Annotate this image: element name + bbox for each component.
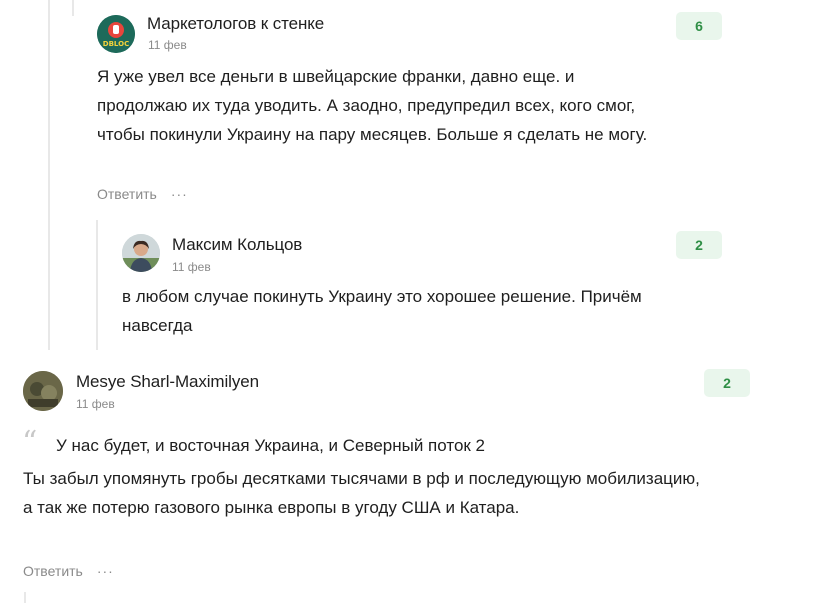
comment: Mesye Sharl-Maximilyen 11 фев 2 “ У нас … <box>0 350 830 603</box>
comment-reply: Максим Кольцов 11 фев 2 в любом случае п… <box>0 220 830 350</box>
reply-button[interactable]: Ответить <box>23 563 83 579</box>
comment-text: в любом случае покинуть Украину это хоро… <box>122 287 642 335</box>
dbloc-logo-icon: DBLOC <box>97 15 135 53</box>
reply-button[interactable]: Ответить <box>97 186 157 202</box>
comment-author[interactable]: Маркетологов к стенке <box>147 14 324 34</box>
likes-badge[interactable]: 2 <box>704 369 750 397</box>
comment-date: 11 фев <box>172 260 211 274</box>
comment-text: Ты забыл упомянуть гробы десятками тысяч… <box>23 469 700 517</box>
comment-author[interactable]: Максим Кольцов <box>172 235 302 255</box>
comment-author[interactable]: Mesye Sharl-Maximilyen <box>76 372 259 392</box>
comment: DBLOC Маркетологов к стенке 11 фев 6 Я у… <box>0 0 830 220</box>
more-options-button[interactable]: ··· <box>97 564 114 578</box>
user-photo-icon <box>122 234 160 272</box>
svg-text:DBLOC: DBLOC <box>103 40 129 48</box>
likes-badge[interactable]: 2 <box>676 231 722 259</box>
avatar[interactable] <box>23 371 63 411</box>
comment-date: 11 фев <box>76 397 115 411</box>
quote-icon: “ <box>22 425 38 460</box>
comment-date: 11 фев <box>148 38 187 52</box>
likes-badge[interactable]: 6 <box>676 12 722 40</box>
avatar[interactable] <box>122 234 160 272</box>
avatar[interactable]: DBLOC <box>97 15 135 53</box>
comment-text: Я уже увел все деньги в швейцарские фран… <box>97 67 648 144</box>
user-photo-icon <box>23 371 63 411</box>
more-options-button[interactable]: ··· <box>171 187 188 201</box>
quoted-text: У нас будет, и восточная Украина, и Севе… <box>56 436 486 455</box>
